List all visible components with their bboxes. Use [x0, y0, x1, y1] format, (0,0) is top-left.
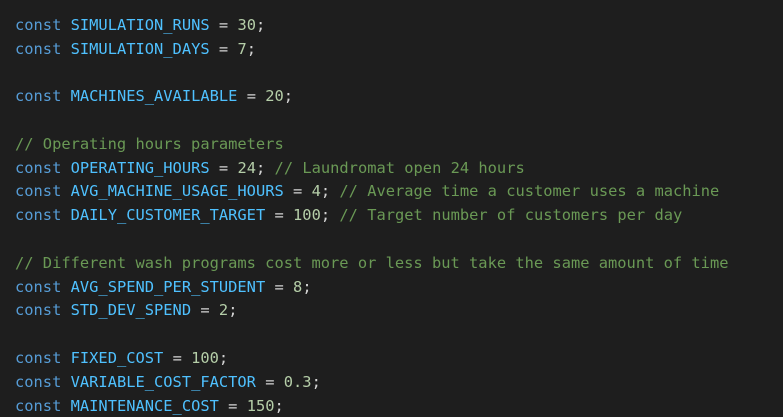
semicolon: ; — [228, 301, 238, 320]
keyword-const: const — [15, 301, 62, 320]
code-line[interactable]: const OPERATING_HOURS = 24; // Laundroma… — [15, 157, 728, 181]
code-line[interactable]: const SIMULATION_RUNS = 30; — [15, 14, 728, 38]
numeric-value: 0.3 — [283, 372, 312, 391]
code-line-blank[interactable] — [15, 109, 728, 133]
semicolon: ; — [246, 39, 256, 58]
keyword-const: const — [15, 39, 62, 58]
keyword-const: const — [15, 277, 62, 296]
keyword-const: const — [15, 348, 62, 367]
constant-name: MAINTENANCE_COST — [70, 396, 219, 415]
assign-operator: = — [265, 277, 294, 296]
keyword-const: const — [15, 396, 62, 415]
keyword-const: const — [15, 158, 62, 177]
semicolon: ; — [311, 372, 321, 391]
code-line-comment[interactable]: // Different wash programs cost more or … — [15, 252, 728, 276]
numeric-value: 7 — [237, 39, 247, 58]
code-line[interactable]: const AVG_MACHINE_USAGE_HOURS = 4; // Av… — [15, 180, 728, 204]
constant-name: STD_DEV_SPEND — [70, 301, 192, 320]
code-line-blank[interactable] — [15, 228, 728, 252]
assign-operator: = — [191, 301, 219, 320]
semicolon: ; — [320, 206, 331, 225]
code-line-partial — [15, 0, 728, 14]
code-line[interactable]: const VARIABLE_COST_FACTOR = 0.3; — [15, 371, 728, 395]
numeric-value: 150 — [246, 396, 275, 415]
numeric-value: 4 — [311, 182, 321, 201]
numeric-value: 24 — [237, 158, 256, 177]
assign-operator: = — [255, 372, 284, 391]
code-line[interactable]: const DAILY_CUSTOMER_TARGET = 100; // Ta… — [15, 204, 728, 228]
constant-name: SIMULATION_RUNS — [70, 15, 210, 34]
keyword-const: const — [15, 182, 62, 201]
inline-comment: // Target number of customers per day — [339, 206, 683, 225]
semicolon: ; — [218, 348, 229, 367]
semicolon: ; — [274, 396, 284, 415]
constant-name: DAILY_CUSTOMER_TARGET — [70, 206, 266, 225]
comment-text: // Different wash programs cost more or … — [15, 253, 729, 272]
semicolon: ; — [283, 87, 294, 106]
keyword-const: const — [15, 206, 62, 225]
constant-name: OPERATING_HOURS — [70, 158, 210, 177]
code-lines: const SIMULATION_RUNS = 30; const SIMULAT… — [15, 0, 728, 417]
assign-operator: = — [209, 158, 238, 177]
code-line-comment[interactable]: // Operating hours parameters — [15, 133, 728, 157]
constant-name: SIMULATION_DAYS — [70, 39, 210, 58]
numeric-value: 30 — [237, 15, 256, 34]
numeric-value: 8 — [293, 277, 303, 296]
semicolon: ; — [255, 15, 266, 34]
constant-name: VARIABLE_COST_FACTOR — [70, 372, 256, 391]
code-line[interactable]: const AVG_SPEND_PER_STUDENT = 8; — [15, 276, 728, 300]
inline-comment: // Average time a customer uses a machin… — [339, 182, 720, 201]
keyword-const: const — [15, 15, 62, 34]
comment-text: // Operating hours parameters — [15, 134, 284, 153]
code-line[interactable]: const MACHINES_AVAILABLE = 20; — [15, 85, 728, 109]
semicolon: ; — [320, 182, 331, 201]
assign-operator: = — [283, 182, 312, 201]
code-line-blank[interactable] — [15, 323, 728, 347]
constant-name: AVG_SPEND_PER_STUDENT — [70, 277, 266, 296]
assign-operator: = — [163, 348, 192, 367]
code-editor[interactable]: const SIMULATION_RUNS = 30; const SIMULAT… — [0, 0, 783, 417]
assign-operator: = — [209, 39, 238, 58]
inline-comment: // Laundromat open 24 hours — [274, 158, 525, 177]
assign-operator: = — [265, 206, 294, 225]
numeric-value: 100 — [191, 348, 219, 367]
constant-name: FIXED_COST — [70, 348, 164, 367]
keyword-const: const — [15, 87, 62, 106]
assign-operator: = — [209, 15, 238, 34]
code-line[interactable]: const SIMULATION_DAYS = 7; — [15, 38, 728, 62]
assign-operator: = — [237, 87, 266, 106]
code-line-blank[interactable] — [15, 61, 728, 85]
keyword-const: const — [15, 372, 62, 391]
code-line[interactable]: const STD_DEV_SPEND = 2; — [15, 299, 728, 323]
code-line[interactable]: const MAINTENANCE_COST = 150; — [15, 395, 728, 417]
numeric-value: 20 — [265, 87, 284, 106]
assign-operator: = — [218, 396, 247, 415]
numeric-value: 2 — [218, 301, 229, 320]
numeric-value: 100 — [293, 206, 321, 225]
constant-name: MACHINES_AVAILABLE — [70, 87, 238, 106]
semicolon: ; — [302, 277, 312, 296]
semicolon: ; — [255, 158, 266, 177]
constant-name: AVG_MACHINE_USAGE_HOURS — [70, 182, 284, 201]
code-line[interactable]: const FIXED_COST = 100; — [15, 347, 728, 371]
